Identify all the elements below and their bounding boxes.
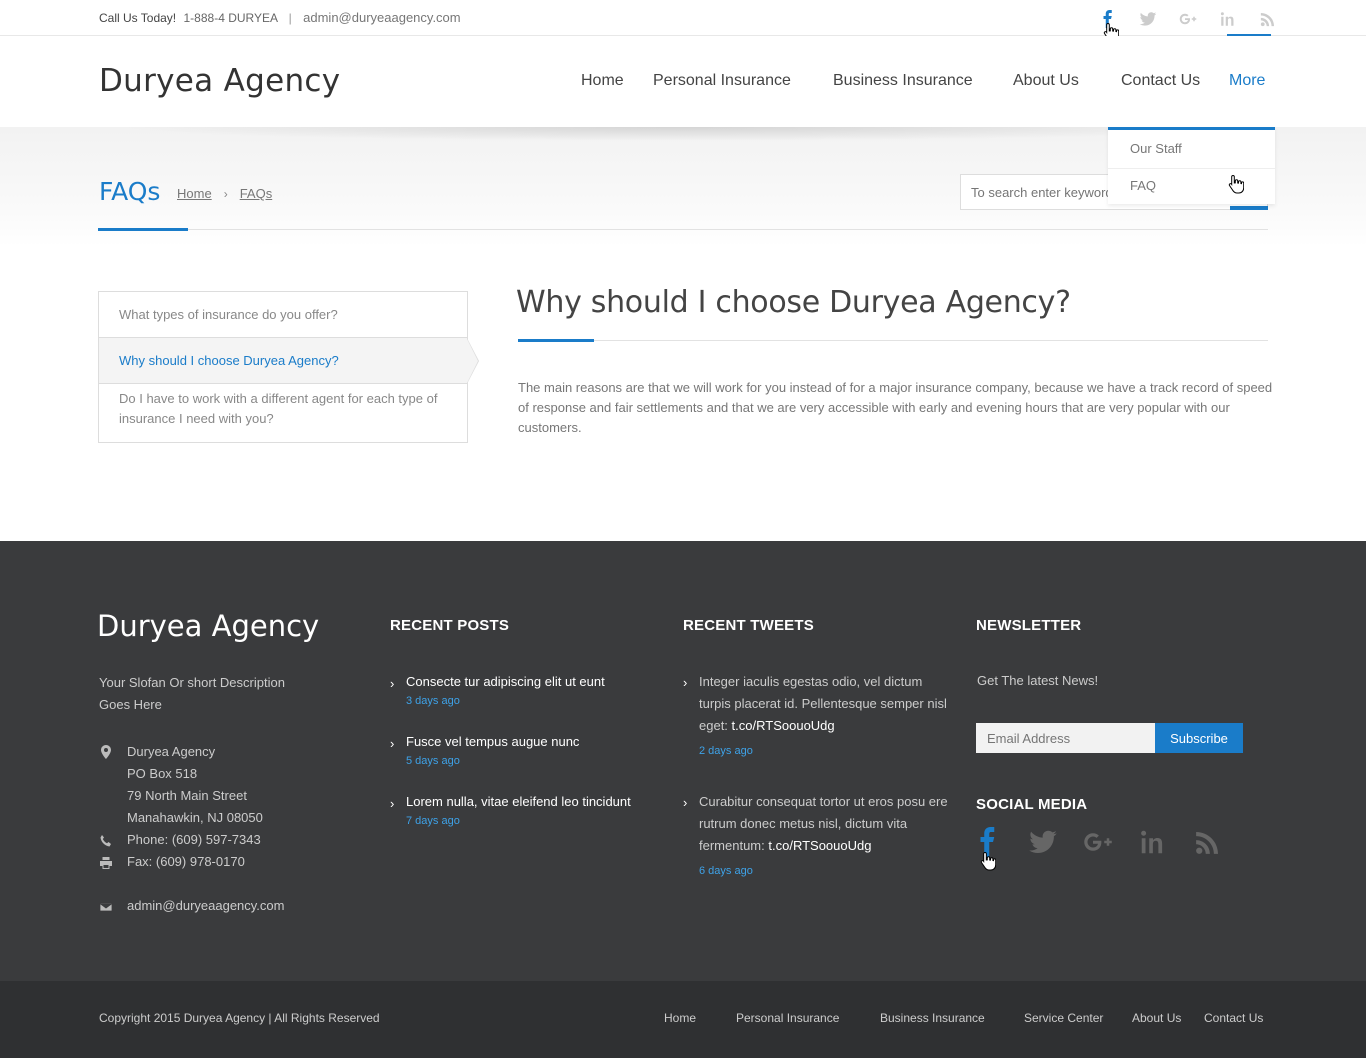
chevron-right-icon: › xyxy=(390,676,395,691)
recent-post-date: 7 days ago xyxy=(406,815,460,827)
bottom-nav-service-center[interactable]: Service Center xyxy=(1024,1011,1103,1025)
top-phone: 1-888-4 DURYEA xyxy=(183,11,278,25)
nav-contact-us[interactable]: Contact Us xyxy=(1121,72,1200,90)
nav-more[interactable]: More xyxy=(1229,72,1265,90)
chevron-right-icon: › xyxy=(390,796,395,811)
address-line-3: 79 North Main Street xyxy=(127,788,247,803)
header-shadow xyxy=(110,127,1260,141)
chevron-right-icon: › xyxy=(390,736,395,751)
social-media-heading: SOCIAL MEDIA xyxy=(976,796,1088,813)
recent-posts-heading: RECENT POSTS xyxy=(390,617,510,634)
google-plus-icon[interactable] xyxy=(1083,826,1138,858)
print-icon xyxy=(100,857,112,869)
top-email-link[interactable]: admin@duryeaagency.com xyxy=(303,10,460,25)
address-line-2: PO Box 518 xyxy=(127,766,198,781)
top-bar: Call Us Today! 1-888-4 DURYEA | admin@du… xyxy=(0,0,1366,37)
breadcrumb: Home › FAQs xyxy=(177,186,272,201)
footer-email-link[interactable]: admin@duryeaagency.com xyxy=(127,895,284,917)
dropdown-divider xyxy=(1108,168,1275,169)
nav-personal-insurance[interactable]: Personal Insurance xyxy=(653,72,791,90)
faq-question-2-active[interactable]: Why should I choose Duryea Agency? xyxy=(99,338,467,384)
chevron-right-icon: › xyxy=(683,675,688,690)
newsletter-heading: NEWSLETTER xyxy=(976,617,1082,634)
recent-post-title[interactable]: Consecte tur adipiscing elit ut eunt xyxy=(406,672,605,692)
copyright-text: Copyright 2015 Duryea Agency | All Right… xyxy=(99,1011,380,1025)
footer-slogan: Your Slofan Or short Description Goes He… xyxy=(99,675,285,712)
tweet-text: Integer iaculis egestas odio, vel dictum… xyxy=(699,674,947,733)
search-button[interactable] xyxy=(1230,206,1268,210)
top-contact: Call Us Today! 1-888-4 DURYEA | admin@du… xyxy=(99,10,461,25)
answer-title: Why should I choose Duryea Agency? xyxy=(516,285,1071,320)
faq-question-1[interactable]: What types of insurance do you offer? xyxy=(99,292,467,338)
faq-question-3[interactable]: Do I have to work with a different agent… xyxy=(99,384,467,442)
phone-text: Phone: (609) 597-7343 xyxy=(127,832,261,847)
bottom-nav-contact-us[interactable]: Contact Us xyxy=(1204,1011,1263,1025)
chevron-right-icon: › xyxy=(223,186,228,201)
bottom-nav-personal-insurance[interactable]: Personal Insurance xyxy=(736,1011,839,1025)
tweet-date: 6 days ago xyxy=(699,865,753,877)
newsletter-text: Get The latest News! xyxy=(977,673,1099,688)
recent-tweets-heading: RECENT TWEETS xyxy=(683,617,814,634)
recent-post-date: 3 days ago xyxy=(406,695,460,707)
more-dropdown-menu: Our Staff FAQ xyxy=(1108,127,1275,204)
phone-icon xyxy=(100,835,111,847)
twitter-icon[interactable] xyxy=(1128,8,1168,30)
nav-business-insurance[interactable]: Business Insurance xyxy=(833,72,973,90)
linkedin-icon[interactable] xyxy=(1208,8,1248,30)
active-question-arrow-fill xyxy=(467,339,478,383)
address-line-1: Duryea Agency xyxy=(127,744,216,759)
call-label: Call Us Today! xyxy=(99,11,177,25)
main-nav: Home Personal Insurance Business Insuran… xyxy=(0,72,1366,92)
chevron-right-icon: › xyxy=(683,795,688,810)
bottom-nav-business-insurance[interactable]: Business Insurance xyxy=(880,1011,985,1025)
recent-post-title[interactable]: Lorem nulla, vitae eleifend leo tincidun… xyxy=(406,792,631,812)
linkedin-icon[interactable] xyxy=(1138,826,1193,858)
separator: | xyxy=(288,11,292,25)
nav-home[interactable]: Home xyxy=(581,72,624,90)
page-title: FAQs xyxy=(99,177,161,206)
envelope-icon xyxy=(99,902,113,912)
footer-social-icons xyxy=(973,826,1248,858)
recent-post-date: 5 days ago xyxy=(406,755,460,767)
answer-divider-accent xyxy=(518,339,594,342)
hand-cursor-icon xyxy=(980,851,996,871)
map-marker-icon xyxy=(101,745,111,759)
tweet-text: Curabitur consequat tortor ut eros posu … xyxy=(699,794,948,853)
footer-logo: Duryea Agency xyxy=(97,609,320,643)
tweet-link[interactable]: t.co/RTSoouoUdg xyxy=(768,838,871,853)
rss-icon[interactable] xyxy=(1248,8,1288,30)
tweet-date: 2 days ago xyxy=(699,745,753,757)
answer-text: The main reasons are that we will work f… xyxy=(518,380,1273,435)
rss-icon[interactable] xyxy=(1193,826,1248,858)
bottom-bar: Copyright 2015 Duryea Agency | All Right… xyxy=(0,981,1366,1058)
answer-divider xyxy=(518,340,1268,341)
twitter-icon[interactable] xyxy=(1028,826,1083,858)
breadcrumb-home[interactable]: Home xyxy=(177,186,212,201)
address-line-4: Manahawkin, NJ 08050 xyxy=(127,810,263,825)
title-divider xyxy=(98,229,1268,230)
bottom-nav-about-us[interactable]: About Us xyxy=(1132,1011,1181,1025)
breadcrumb-faqs[interactable]: FAQs xyxy=(240,186,273,201)
title-divider-accent xyxy=(98,228,188,231)
nav-about-us[interactable]: About Us xyxy=(1013,72,1079,90)
fax-text: Fax: (609) 978-0170 xyxy=(127,854,245,869)
dropdown-item-our-staff[interactable]: Our Staff xyxy=(1130,141,1182,156)
faq-question-list: What types of insurance do you offer? Wh… xyxy=(98,291,468,443)
hand-cursor-icon xyxy=(1228,174,1244,194)
subscribe-button[interactable]: Subscribe xyxy=(1155,723,1243,753)
newsletter-email-input[interactable] xyxy=(976,723,1155,753)
recent-post-title[interactable]: Fusce vel tempus augue nunc xyxy=(406,732,579,752)
site-header: Duryea Agency Home Personal Insurance Bu… xyxy=(0,36,1366,127)
bottom-nav-home[interactable]: Home xyxy=(664,1011,696,1025)
dropdown-item-faq[interactable]: FAQ xyxy=(1130,178,1156,193)
tweet-link[interactable]: t.co/RTSoouoUdg xyxy=(732,718,835,733)
google-plus-icon[interactable] xyxy=(1168,8,1208,30)
